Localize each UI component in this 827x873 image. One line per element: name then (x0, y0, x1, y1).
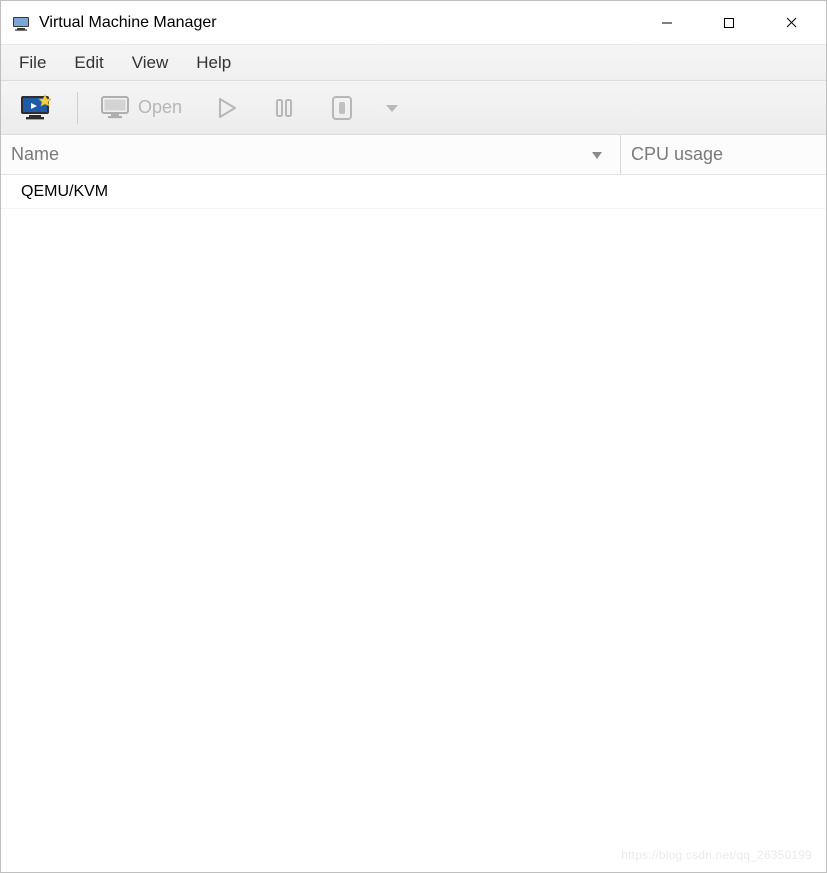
window-title: Virtual Machine Manager (39, 14, 217, 32)
menu-view[interactable]: View (120, 49, 181, 77)
column-cpu-usage[interactable]: CPU usage (621, 135, 826, 174)
monitor-icon (100, 94, 132, 122)
menubar: File Edit View Help (1, 45, 826, 81)
chevron-down-icon (384, 102, 400, 114)
column-name[interactable]: Name (1, 135, 621, 174)
monitor-new-icon (19, 93, 55, 123)
toolbar-separator (77, 92, 78, 124)
open-button[interactable]: Open (94, 90, 188, 126)
menu-help[interactable]: Help (184, 49, 243, 77)
app-icon (11, 13, 31, 33)
close-button[interactable] (760, 1, 822, 44)
shutdown-icon (330, 95, 354, 121)
column-name-label: Name (11, 144, 59, 165)
run-button[interactable] (210, 92, 244, 124)
minimize-button[interactable] (636, 1, 698, 44)
pause-icon (274, 97, 294, 119)
play-icon (216, 96, 238, 120)
window-controls (636, 1, 822, 44)
column-headers: Name CPU usage (1, 135, 826, 175)
menu-edit[interactable]: Edit (62, 49, 115, 77)
pause-button[interactable] (268, 93, 300, 123)
open-button-label: Open (138, 97, 182, 118)
shutdown-menu-button[interactable] (378, 98, 406, 118)
maximize-button[interactable] (698, 1, 760, 44)
titlebar: Virtual Machine Manager (1, 1, 826, 45)
connection-label: QEMU/KVM (21, 183, 108, 201)
toolbar: Open (1, 81, 826, 135)
new-vm-button[interactable] (13, 89, 61, 127)
shutdown-button[interactable] (324, 91, 360, 125)
sort-descending-icon (590, 144, 604, 165)
vm-list[interactable]: QEMU/KVM (1, 175, 826, 872)
connection-row[interactable]: QEMU/KVM (1, 175, 826, 209)
menu-file[interactable]: File (7, 49, 58, 77)
column-cpu-label: CPU usage (631, 144, 723, 165)
